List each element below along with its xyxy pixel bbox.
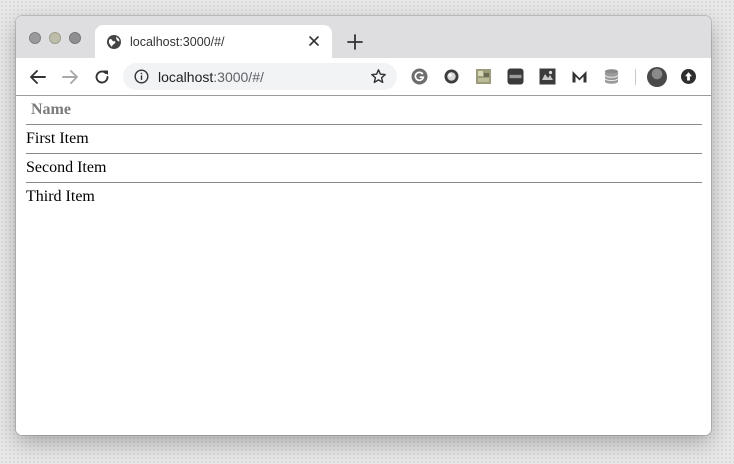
page-content: Name First Item Second Item Third Item bbox=[16, 96, 711, 435]
row-cell: Third Item bbox=[26, 188, 95, 205]
url-path: :3000/#/ bbox=[213, 69, 264, 85]
new-tab-icon[interactable] bbox=[346, 33, 364, 51]
globe-icon bbox=[107, 35, 121, 49]
table-row: Third Item bbox=[26, 183, 702, 212]
close-window-button[interactable] bbox=[29, 32, 41, 44]
address-bar[interactable]: localhost:3000/#/ bbox=[123, 63, 397, 90]
column-header-name: Name bbox=[26, 96, 702, 125]
star-bookmark-icon[interactable] bbox=[370, 68, 387, 85]
upload-extension-icon[interactable] bbox=[680, 68, 697, 85]
url-host: localhost bbox=[158, 69, 214, 85]
info-icon[interactable] bbox=[134, 69, 149, 84]
maximize-window-button[interactable] bbox=[69, 32, 81, 44]
profile-avatar[interactable] bbox=[647, 67, 667, 87]
items-table: Name First Item Second Item Third Item bbox=[26, 96, 702, 211]
row-cell: First Item bbox=[26, 124, 702, 154]
circle-extension-icon[interactable] bbox=[443, 68, 460, 85]
address-url[interactable]: localhost:3000/#/ bbox=[158, 69, 264, 85]
tab-strip: localhost:3000/#/ bbox=[16, 16, 711, 59]
tab-title: localhost:3000/#/ bbox=[130, 35, 225, 49]
toolbar-divider bbox=[635, 69, 636, 85]
forward-arrow-icon[interactable] bbox=[60, 67, 80, 87]
table-row: First Item bbox=[26, 124, 702, 154]
cors-extension-icon[interactable] bbox=[507, 68, 524, 85]
row-cell: Second Item bbox=[26, 153, 702, 183]
back-arrow-icon[interactable] bbox=[28, 67, 48, 87]
google-g-icon[interactable] bbox=[411, 68, 428, 85]
puzzle-map-extension-icon[interactable] bbox=[539, 68, 556, 85]
browser-window: localhost:3000/#/ localhost:3000/#/ Name… bbox=[16, 16, 711, 435]
reload-icon[interactable] bbox=[92, 67, 112, 87]
image-extension-icon[interactable] bbox=[475, 68, 492, 85]
table-header-row: Name bbox=[26, 96, 702, 125]
m-extension-icon[interactable] bbox=[571, 68, 588, 85]
tab-active[interactable]: localhost:3000/#/ bbox=[95, 25, 332, 59]
close-tab-icon[interactable] bbox=[306, 33, 322, 49]
browser-toolbar: localhost:3000/#/ bbox=[16, 58, 711, 96]
table-row: Second Item bbox=[26, 153, 702, 183]
database-extension-icon[interactable] bbox=[603, 68, 620, 85]
minimize-window-button[interactable] bbox=[49, 32, 61, 44]
